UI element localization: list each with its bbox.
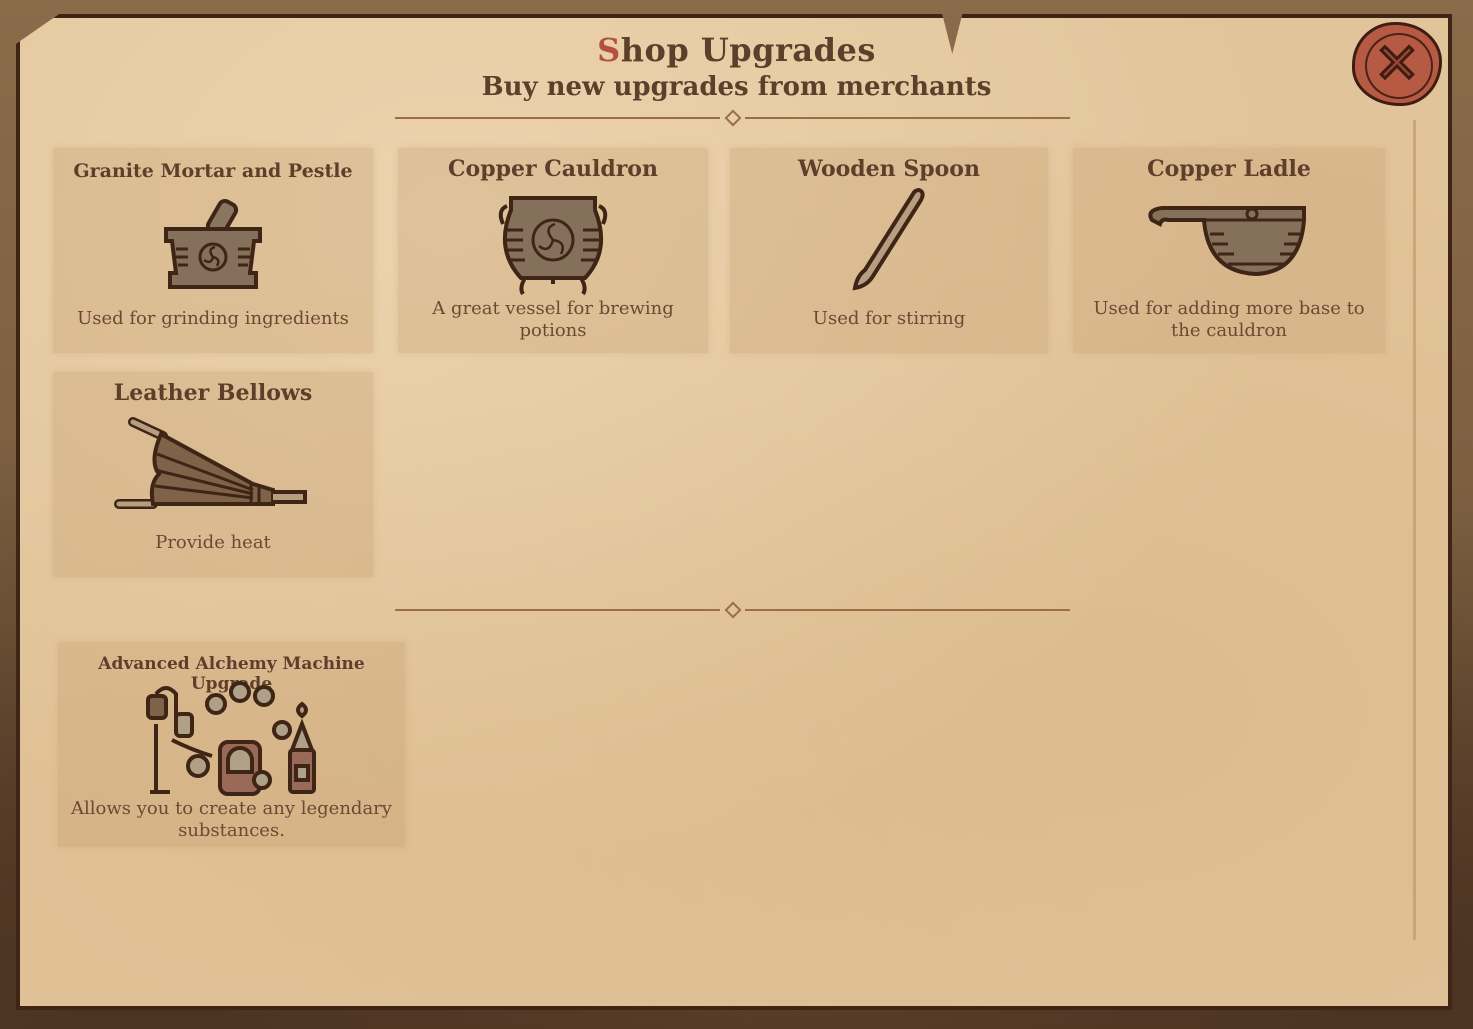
upgrade-card-mortar-pestle[interactable]: Granite Mortar and Pestle Used for grind…	[53, 148, 373, 353]
upgrade-name: Leather Bellows	[113, 380, 313, 406]
upgrade-card-wooden-spoon[interactable]: Wooden Spoon Used for stirring	[730, 148, 1048, 353]
divider-line	[395, 117, 720, 119]
diamond-ornament-icon	[724, 109, 742, 127]
ladle-icon	[1148, 206, 1306, 277]
page-title: Shop Upgrades	[0, 28, 1473, 72]
parchment-fold-line	[1413, 120, 1416, 940]
upgrade-card-copper-cauldron[interactable]: Copper Cauldron A great vessel for brewi…	[398, 148, 708, 353]
alchemy-machine-icon	[145, 681, 316, 796]
upgrade-description: Used for adding more base to the cauldro…	[1093, 298, 1365, 341]
upgrade-description: Used for stirring	[812, 308, 966, 329]
diamond-ornament-icon	[724, 601, 742, 619]
close-button[interactable]: ✕	[1352, 22, 1442, 106]
upgrade-name: Copper Cauldron	[448, 156, 658, 182]
upgrade-card-copper-ladle[interactable]: Copper Ladle Used for adding more base t…	[1073, 148, 1385, 353]
upgrade-description: A great vessel for brewing potions	[432, 298, 674, 341]
divider-line	[395, 609, 720, 611]
mortar-pestle-icon	[164, 198, 262, 289]
title-initial: S	[597, 31, 621, 69]
wooden-spoon-icon	[852, 187, 925, 291]
upgrade-name: Copper Ladle	[1147, 156, 1311, 182]
upgrade-description: Used for grinding ingredients	[77, 308, 349, 329]
upgrade-card-leather-bellows[interactable]: Leather Bellows Provide heat	[53, 372, 373, 577]
bellows-icon	[114, 417, 307, 509]
upgrade-description: Provide heat	[155, 532, 271, 553]
upgrade-name: Wooden Spoon	[798, 156, 980, 182]
divider-line	[745, 117, 1070, 119]
page-subtitle: Buy new upgrades from merchants	[481, 72, 992, 102]
page-header: Shop Upgrades Buy new upgrades from merc…	[0, 28, 1473, 102]
upgrade-description: Allows you to create any legendary subst…	[71, 798, 392, 841]
close-x-icon: ✕	[1373, 31, 1421, 97]
section-divider-middle	[395, 601, 1070, 619]
upgrade-name: Granite Mortar and Pestle	[73, 160, 353, 182]
cauldron-icon	[498, 196, 608, 296]
title-rest: hop Upgrades	[620, 31, 876, 69]
divider-line	[745, 609, 1070, 611]
upgrade-card-advanced-alchemy-machine[interactable]: Advanced Alchemy Machine Upgrade Allows …	[58, 642, 405, 847]
section-divider-top	[395, 109, 1070, 127]
